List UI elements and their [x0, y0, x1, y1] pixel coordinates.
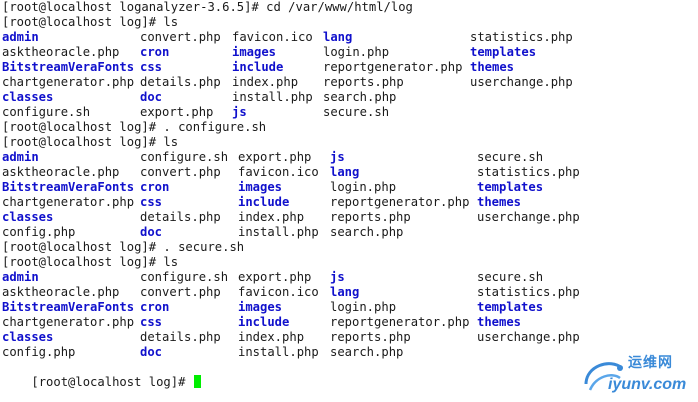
file-entry: asktheoracle.php: [2, 165, 120, 179]
file-entry: login.php: [330, 300, 397, 314]
directory-entry: cron: [140, 45, 170, 59]
directory-entry: doc: [140, 345, 163, 359]
terminal-line: [root@localhost loganalyzer-3.6.5]# cd /…: [2, 0, 413, 14]
file-entry: statistics.php: [477, 165, 580, 179]
shell-prompt: [root@localhost log]#: [31, 375, 193, 389]
directory-entry: classes: [2, 90, 54, 104]
file-entry: convert.php: [140, 30, 221, 44]
text-cursor: [193, 375, 201, 388]
file-entry: search.php: [330, 225, 404, 239]
directory-entry: cron: [140, 180, 170, 194]
file-entry: favicon.ico: [232, 30, 313, 44]
file-entry: secure.sh: [477, 270, 544, 284]
directory-entry: templates: [477, 180, 544, 194]
directory-entry: BitstreamVeraFonts: [2, 300, 135, 314]
terminal-window[interactable]: [root@localhost loganalyzer-3.6.5]# cd /…: [0, 0, 698, 402]
file-entry: reportgenerator.php: [330, 195, 470, 209]
terminal-line: [root@localhost log]# ls: [2, 255, 179, 269]
file-entry: secure.sh: [323, 105, 390, 119]
file-entry: convert.php: [140, 285, 221, 299]
directory-entry: admin: [2, 270, 39, 284]
file-entry: details.php: [140, 210, 221, 224]
directory-entry: images: [238, 180, 283, 194]
watermark-en-text: iyunv.com: [608, 376, 687, 393]
directory-entry: themes: [470, 60, 515, 74]
file-entry: statistics.php: [477, 285, 580, 299]
file-entry: search.php: [330, 345, 404, 359]
file-entry: statistics.php: [470, 30, 573, 44]
file-entry: login.php: [330, 180, 397, 194]
directory-entry: BitstreamVeraFonts: [2, 60, 135, 74]
directory-entry: lang: [330, 165, 360, 179]
directory-entry: css: [140, 315, 163, 329]
file-entry: favicon.ico: [238, 165, 319, 179]
terminal-line: [root@localhost log]# ls: [2, 15, 179, 29]
file-entry: reports.php: [330, 330, 411, 344]
directory-entry: images: [232, 45, 277, 59]
directory-entry: templates: [470, 45, 537, 59]
file-entry: secure.sh: [477, 150, 544, 164]
directory-entry: BitstreamVeraFonts: [2, 180, 135, 194]
directory-entry: include: [238, 195, 290, 209]
directory-entry: doc: [140, 225, 163, 239]
file-entry: index.php: [232, 75, 299, 89]
directory-entry: classes: [2, 330, 54, 344]
file-entry: install.php: [238, 345, 319, 359]
directory-entry: doc: [140, 90, 163, 104]
file-entry: search.php: [323, 90, 397, 104]
directory-entry: include: [232, 60, 284, 74]
directory-entry: include: [238, 315, 290, 329]
terminal-line: [root@localhost log]# ls: [2, 135, 179, 149]
directory-entry: js: [330, 270, 345, 284]
site-watermark: 运维网 iyunv.com: [582, 350, 694, 400]
directory-entry: lang: [330, 285, 360, 299]
directory-entry: themes: [477, 315, 522, 329]
file-entry: configure.sh: [2, 105, 91, 119]
file-entry: chartgenerator.php: [2, 195, 135, 209]
file-entry: install.php: [238, 225, 319, 239]
file-entry: reportgenerator.php: [330, 315, 470, 329]
directory-entry: images: [238, 300, 283, 314]
file-entry: favicon.ico: [238, 285, 319, 299]
directory-entry: js: [330, 150, 345, 164]
file-entry: chartgenerator.php: [2, 75, 135, 89]
file-entry: reportgenerator.php: [323, 60, 463, 74]
file-entry: details.php: [140, 330, 221, 344]
file-entry: login.php: [323, 45, 390, 59]
file-entry: asktheoracle.php: [2, 285, 120, 299]
file-entry: reports.php: [323, 75, 404, 89]
file-entry: details.php: [140, 75, 221, 89]
file-entry: asktheoracle.php: [2, 45, 120, 59]
directory-entry: css: [140, 60, 163, 74]
terminal-line: [root@localhost log]# . configure.sh: [2, 120, 267, 134]
file-entry: config.php: [2, 225, 76, 239]
watermark-cn-text: 运维网: [628, 355, 673, 371]
file-entry: chartgenerator.php: [2, 315, 135, 329]
directory-entry: admin: [2, 150, 39, 164]
directory-entry: lang: [323, 30, 353, 44]
directory-entry: templates: [477, 300, 544, 314]
directory-entry: js: [232, 105, 247, 119]
file-entry: configure.sh: [140, 150, 229, 164]
file-entry: userchange.php: [477, 210, 580, 224]
file-entry: index.php: [238, 330, 305, 344]
prompt-line[interactable]: [root@localhost log]#: [2, 360, 201, 389]
terminal-line: [root@localhost log]# . secure.sh: [2, 240, 245, 254]
directory-entry: css: [140, 195, 163, 209]
file-entry: convert.php: [140, 165, 221, 179]
file-entry: export.php: [140, 105, 214, 119]
file-entry: export.php: [238, 270, 312, 284]
file-entry: index.php: [238, 210, 305, 224]
file-entry: userchange.php: [470, 75, 573, 89]
directory-entry: cron: [140, 300, 170, 314]
file-entry: config.php: [2, 345, 76, 359]
directory-entry: classes: [2, 210, 54, 224]
file-entry: configure.sh: [140, 270, 229, 284]
directory-entry: admin: [2, 30, 39, 44]
file-entry: userchange.php: [477, 330, 580, 344]
file-entry: export.php: [238, 150, 312, 164]
file-entry: reports.php: [330, 210, 411, 224]
file-entry: install.php: [232, 90, 313, 104]
directory-entry: themes: [477, 195, 522, 209]
